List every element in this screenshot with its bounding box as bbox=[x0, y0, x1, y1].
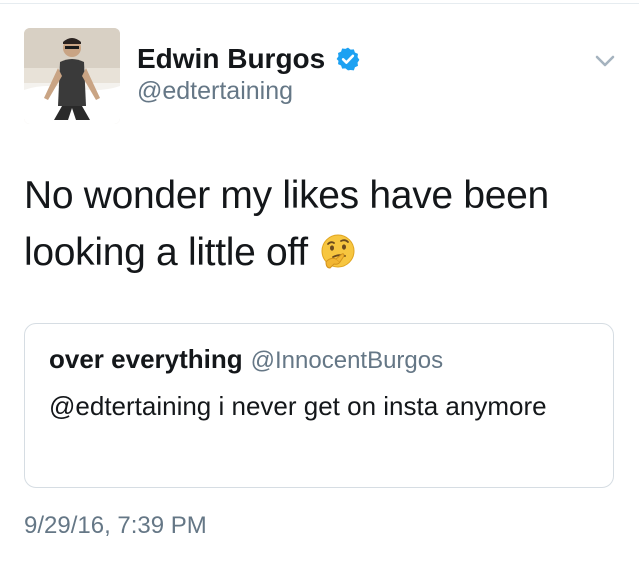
quoted-tweet-text: @edtertaining i never get on insta anymo… bbox=[49, 391, 547, 421]
avatar[interactable] bbox=[24, 28, 120, 124]
quoted-tweet-header: over everything @InnocentBurgos bbox=[49, 344, 443, 375]
tweet-text: No wonder my likes have been looking a l… bbox=[24, 174, 549, 274]
top-divider bbox=[0, 3, 639, 4]
author-name-row[interactable]: Edwin Burgos bbox=[137, 43, 361, 75]
profile-photo bbox=[24, 28, 120, 124]
quoted-tweet-card[interactable]: over everything @InnocentBurgos @edtertai… bbox=[24, 323, 614, 488]
author-name[interactable]: Edwin Burgos bbox=[137, 43, 325, 75]
thinking-face-emoji-icon bbox=[321, 234, 355, 269]
author-handle[interactable]: @edtertaining bbox=[137, 77, 293, 106]
tweet-timestamp[interactable]: 9/29/16, 7:39 PM bbox=[24, 512, 207, 540]
chevron-down-icon[interactable] bbox=[594, 52, 616, 70]
quoted-author-name: over everything bbox=[49, 344, 243, 374]
verified-badge-icon bbox=[336, 47, 360, 71]
tweet-text-block: No wonder my likes have been looking a l… bbox=[24, 167, 614, 281]
quoted-author-handle: @InnocentBurgos bbox=[250, 347, 444, 374]
